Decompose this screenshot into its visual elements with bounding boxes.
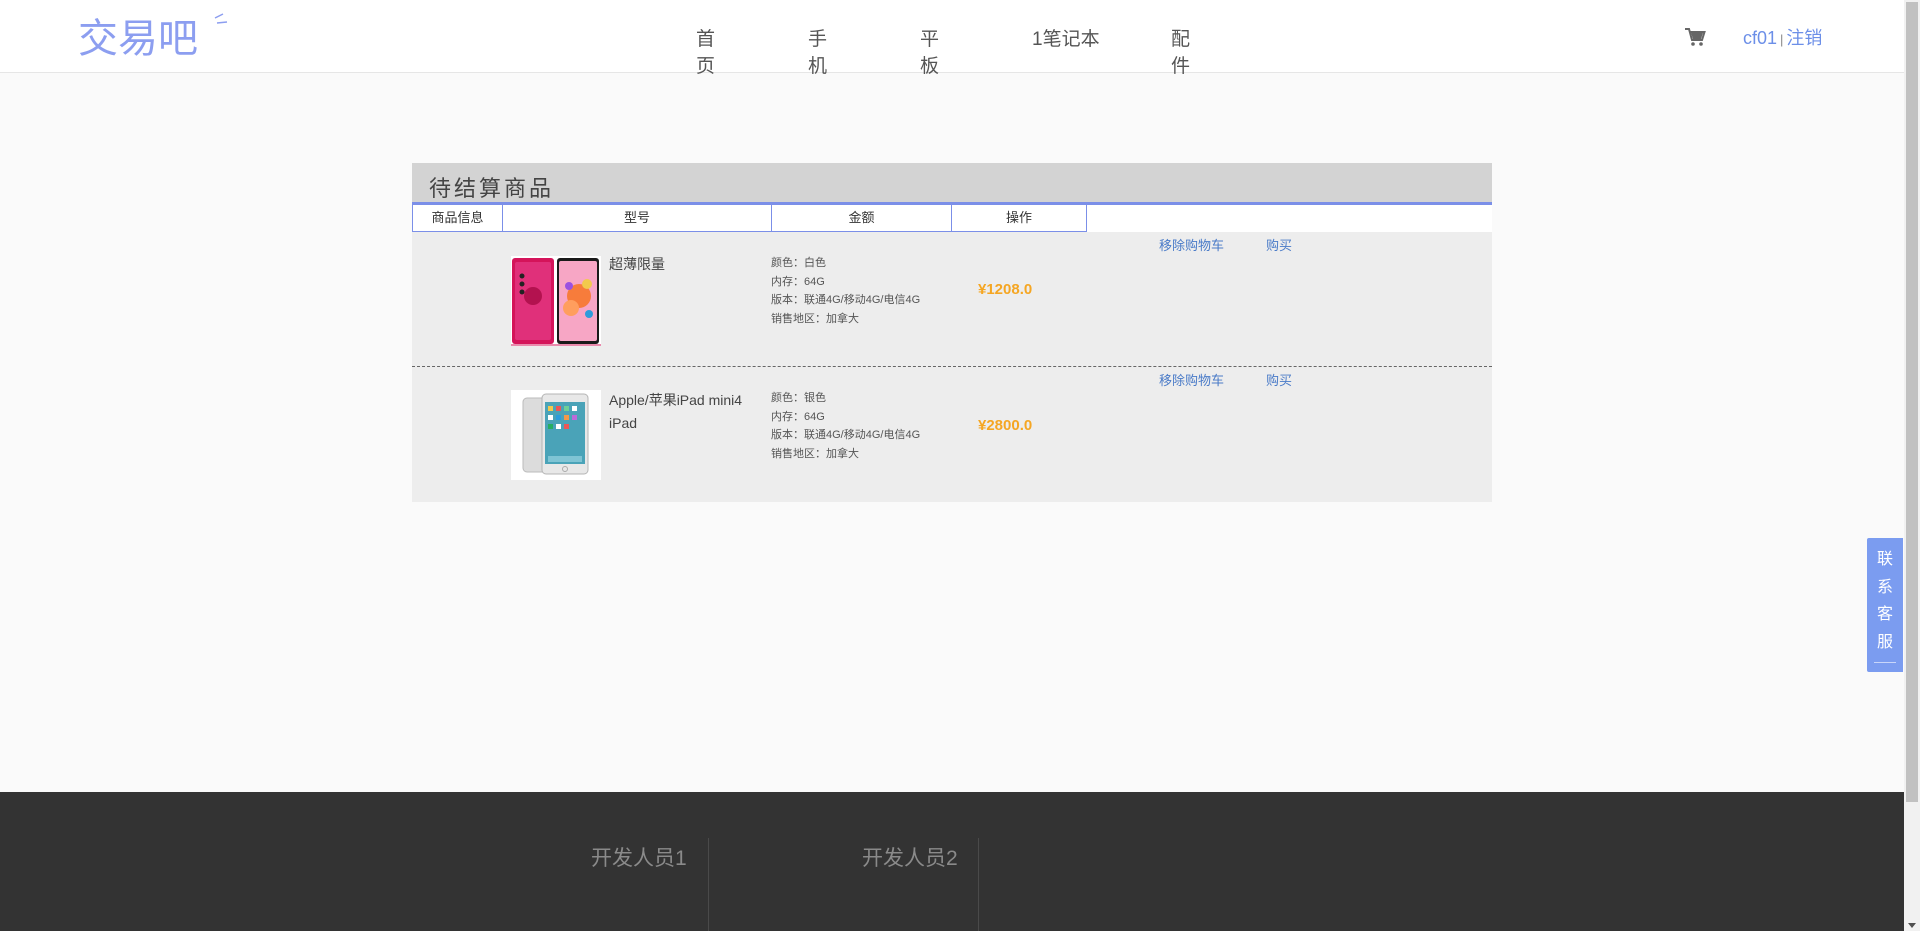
nav-laptop[interactable]: 1笔记本: [1032, 24, 1100, 51]
footer-divider: [978, 838, 979, 931]
product-specs: 颜色：白色 内存：64G 版本：联通4G/移动4G/电信4G 销售地区：加拿大: [771, 254, 920, 328]
service-char: 系: [1876, 578, 1893, 596]
product-name[interactable]: 超薄限量: [609, 253, 749, 276]
logout-link[interactable]: 注销: [1786, 28, 1822, 48]
buy-button[interactable]: 购买: [1266, 235, 1292, 254]
product-specs: 颜色：银色 内存：64G 版本：联通4G/移动4G/电信4G 销售地区：加拿大: [771, 389, 920, 463]
nav-home[interactable]: 首页: [696, 24, 715, 78]
scroll-down-icon[interactable]: [1908, 923, 1916, 928]
column-product-info: 商品信息: [412, 205, 503, 232]
footer-developer-1[interactable]: 开发人员1: [591, 842, 687, 872]
cart-row: 移除购物车 购买 超薄限量 颜色：白色 内存：64G 版本：联通4G/移动4G/…: [412, 232, 1492, 367]
product-image-ipad[interactable]: [511, 390, 601, 480]
column-model: 型号: [502, 205, 772, 232]
footer-developer-2[interactable]: 开发人员2: [862, 842, 958, 872]
scrollbar-thumb[interactable]: [1906, 2, 1918, 802]
product-name[interactable]: Apple/苹果iPad mini4 iPad: [609, 389, 749, 435]
cart-section: 待结算商品 商品信息 型号 金额 操作 移除购物车 购买 超薄限量 颜色：白色 …: [412, 163, 1492, 502]
nav-phone[interactable]: 手机: [808, 24, 827, 78]
spec-version: 版本：联通4G/移动4G/电信4G: [771, 294, 921, 306]
logo-text: 交易吧: [78, 16, 198, 60]
remove-from-cart-button[interactable]: 移除购物车: [1159, 370, 1224, 389]
product-price: ¥2800.0: [978, 417, 1033, 434]
product-price: ¥1208.0: [978, 281, 1033, 298]
service-divider: [1874, 662, 1896, 663]
nav-tablet[interactable]: 平板: [920, 24, 939, 78]
site-header: 交易吧 首页 手机 平板 1笔记本 配件 cf01 | 注销: [0, 0, 1904, 77]
cart-title: 待结算商品: [412, 163, 1492, 205]
service-char: 客: [1876, 606, 1893, 623]
product-image-phone[interactable]: [511, 256, 601, 346]
service-char: 服: [1876, 633, 1893, 651]
customer-service-tab[interactable]: 联 系 客 服: [1867, 538, 1903, 672]
spec-region: 销售地区：加拿大: [771, 447, 859, 460]
footer-divider: [708, 838, 709, 931]
user-area: cf01 | 注销: [1743, 24, 1822, 50]
service-char: 联: [1876, 551, 1893, 568]
page-scrollbar[interactable]: [1904, 0, 1920, 931]
username-link[interactable]: cf01: [1743, 28, 1777, 48]
spec-color: 颜色：白色: [771, 257, 826, 269]
cart-column-headers: 商品信息 型号 金额 操作: [412, 205, 1492, 232]
nav-accessories[interactable]: 配件: [1171, 24, 1190, 78]
column-amount: 金额: [771, 205, 952, 232]
site-logo[interactable]: 交易吧: [78, 12, 230, 60]
buy-button[interactable]: 购买: [1266, 370, 1292, 389]
spec-color: 颜色：银色: [771, 392, 826, 404]
cart-row: 移除购物车 购买 Apple/苹果iPad mini4 iPad 颜色：银色 内…: [412, 367, 1492, 502]
spec-memory: 内存：64G: [771, 275, 825, 288]
column-actions: 操作: [951, 205, 1087, 232]
spec-region: 销售地区：加拿大: [771, 312, 859, 325]
spec-version: 版本：联通4G/移动4G/电信4G: [771, 429, 921, 441]
spec-memory: 内存：64G: [771, 410, 825, 423]
user-separator: |: [1780, 32, 1784, 47]
cart-icon[interactable]: [1684, 26, 1706, 48]
remove-from-cart-button[interactable]: 移除购物车: [1159, 235, 1224, 254]
